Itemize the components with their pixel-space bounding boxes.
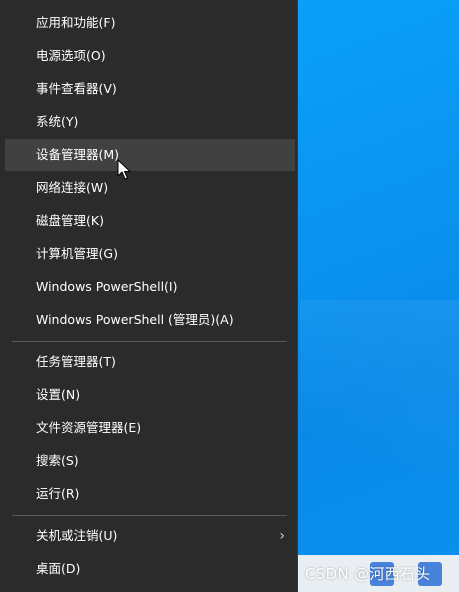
menu-item-system[interactable]: 系统(Y) bbox=[5, 106, 295, 138]
menu-item-settings[interactable]: 设置(N) bbox=[5, 379, 295, 411]
menu-item-shutdown-label: 关机或注销(U) bbox=[36, 528, 118, 543]
winx-context-menu: 应用和功能(F) 电源选项(O) 事件查看器(V) 系统(Y) 设备管理器(M)… bbox=[0, 0, 298, 592]
menu-item-device-manager[interactable]: 设备管理器(M) bbox=[5, 139, 295, 171]
menu-item-desktop[interactable]: 桌面(D) bbox=[5, 553, 295, 585]
menu-item-shutdown-or-sign-out[interactable]: 关机或注销(U) › bbox=[5, 520, 295, 552]
menu-item-search[interactable]: 搜索(S) bbox=[5, 445, 295, 477]
watermark-text: CSDN @河西石头 bbox=[305, 565, 431, 583]
menu-item-power-options[interactable]: 电源选项(O) bbox=[5, 40, 295, 72]
menu-item-network-connections[interactable]: 网络连接(W) bbox=[5, 172, 295, 204]
menu-item-event-viewer[interactable]: 事件查看器(V) bbox=[5, 73, 295, 105]
chevron-right-icon: › bbox=[279, 528, 285, 544]
menu-separator bbox=[12, 341, 287, 342]
menu-item-computer-management[interactable]: 计算机管理(G) bbox=[5, 238, 295, 270]
menu-item-task-manager[interactable]: 任务管理器(T) bbox=[5, 346, 295, 378]
menu-item-apps-and-features[interactable]: 应用和功能(F) bbox=[5, 7, 295, 39]
menu-item-powershell[interactable]: Windows PowerShell(I) bbox=[5, 271, 295, 303]
menu-item-disk-management[interactable]: 磁盘管理(K) bbox=[5, 205, 295, 237]
mouse-pointer-icon bbox=[117, 159, 131, 180]
menu-item-powershell-admin[interactable]: Windows PowerShell (管理员)(A) bbox=[5, 304, 295, 336]
desktop-light-ray bbox=[300, 300, 459, 520]
menu-separator bbox=[12, 515, 287, 516]
menu-item-run[interactable]: 运行(R) bbox=[5, 478, 295, 510]
menu-item-file-explorer[interactable]: 文件资源管理器(E) bbox=[5, 412, 295, 444]
